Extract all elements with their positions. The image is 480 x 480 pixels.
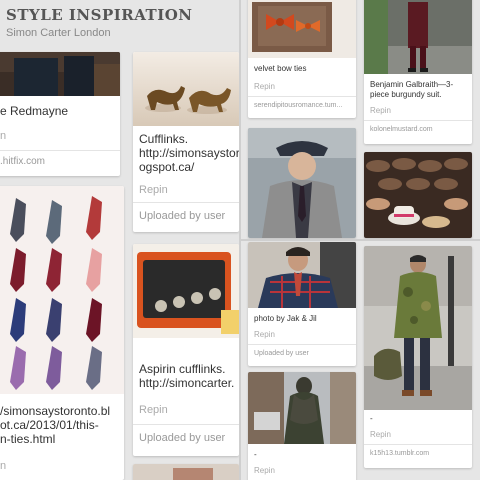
panel-divider-horizontal — [240, 239, 480, 241]
repin-button-velvet-bow[interactable]: Repin — [254, 82, 275, 91]
card-divider — [133, 202, 239, 203]
card-divider — [0, 150, 120, 151]
board-header: STYLE INSPIRATION Simon Carter London — [0, 0, 240, 50]
pin-card-peek[interactable] — [133, 464, 239, 480]
pin-card-scarf-man[interactable]: - Repin — [248, 372, 356, 480]
pin-card-camo[interactable]: - Repin k15h13.tumblr.com — [364, 246, 472, 468]
pin-image-cufflink-box[interactable] — [133, 244, 239, 338]
pin-card-aspirin-cufflinks[interactable]: Aspirin cufflinks. http://simoncarter. R… — [133, 244, 239, 456]
pin-description-cufflinks-dogs: Cufflinks. http://simonsaystor ogspot.ca… — [139, 132, 239, 174]
repin-button-burgundy[interactable]: Repin — [370, 106, 391, 115]
pin-card-redmayne[interactable]: e Redmayne n .hitfix.com — [0, 52, 120, 176]
board-owner[interactable]: Simon Carter London — [6, 27, 234, 39]
pin-description-ties: /simonsaystoronto.bl ot.ca/2013/01/this-… — [0, 404, 111, 446]
pin-image-camo-jacket[interactable] — [364, 246, 472, 410]
pin-image-flat-cap-man[interactable] — [248, 128, 356, 238]
pin-description-velvet-bow: velvet bow ties — [254, 64, 307, 73]
pin-card-hats[interactable] — [364, 152, 472, 238]
repin-button-jak-jil[interactable]: Repin — [254, 330, 275, 339]
pinterest-board-screenshot: STYLE INSPIRATION Simon Carter London e … — [0, 0, 480, 480]
repin-button-ties[interactable]: n — [0, 460, 6, 472]
card-divider — [248, 96, 356, 97]
repin-button-camo[interactable]: Repin — [370, 430, 391, 439]
pin-card-jak-jil[interactable]: photo by Jak & Jil Repin Uploaded by use… — [248, 242, 356, 366]
card-divider — [248, 344, 356, 345]
pin-source-redmayne[interactable]: .hitfix.com — [0, 156, 45, 167]
pin-image-scarf-man[interactable] — [248, 372, 356, 444]
pin-description-camo: - — [370, 414, 373, 423]
pin-card-burgundy-suit[interactable]: Benjamin Galbraith—3- piece burgundy sui… — [364, 0, 472, 144]
pin-source-camo[interactable]: k15h13.tumblr.com — [370, 450, 429, 457]
pin-description-burgundy: Benjamin Galbraith—3- piece burgundy sui… — [370, 80, 454, 99]
pin-card-ties[interactable]: /simonsaystoronto.bl ot.ca/2013/01/this-… — [0, 186, 124, 480]
pin-card-cufflinks-dogs[interactable]: Cufflinks. http://simonsaystor ogspot.ca… — [133, 52, 239, 232]
pin-source-aspirin[interactable]: Uploaded by user — [139, 432, 225, 444]
repin-button-scarf-man[interactable]: Repin — [254, 466, 275, 475]
pin-source-burgundy[interactable]: kolonelmustard.com — [370, 126, 433, 133]
pin-description-scarf-man: - — [254, 450, 257, 459]
pin-image-redmayne[interactable] — [0, 52, 120, 96]
pin-image-hat-shop[interactable] — [364, 152, 472, 238]
repin-button-cufflinks-dogs[interactable]: Repin — [139, 184, 168, 196]
pin-image-tartan-coat[interactable] — [248, 242, 356, 308]
repin-button-redmayne[interactable]: n — [0, 130, 6, 142]
pin-source-velvet-bow[interactable]: serendipitousromance.tum... — [254, 102, 342, 109]
pin-image-burgundy-suit[interactable] — [364, 0, 472, 74]
pin-image-tie-grid[interactable] — [0, 186, 124, 394]
pin-card-velvet-bow-ties[interactable]: velvet bow ties Repin serendipitousroman… — [248, 0, 356, 118]
card-divider — [364, 444, 472, 445]
left-board-panel: STYLE INSPIRATION Simon Carter London e … — [0, 0, 240, 480]
pin-description-aspirin: Aspirin cufflinks. http://simoncarter. — [139, 362, 235, 390]
card-divider — [133, 424, 239, 425]
pin-image-bow-ties[interactable] — [248, 0, 356, 58]
pin-description-redmayne: e Redmayne — [0, 104, 69, 118]
pin-source-cufflinks-dogs[interactable]: Uploaded by user — [139, 210, 225, 222]
pin-source-jak-jil[interactable]: Uploaded by user — [254, 350, 309, 357]
pin-card-flat-cap[interactable] — [248, 128, 356, 238]
board-title: STYLE INSPIRATION — [6, 6, 193, 24]
pin-image-peek[interactable] — [133, 464, 239, 480]
pin-image-dog-cufflinks[interactable] — [133, 52, 239, 126]
repin-button-aspirin[interactable]: Repin — [139, 404, 168, 416]
card-divider — [364, 120, 472, 121]
pin-description-jak-jil: photo by Jak & Jil — [254, 314, 317, 323]
